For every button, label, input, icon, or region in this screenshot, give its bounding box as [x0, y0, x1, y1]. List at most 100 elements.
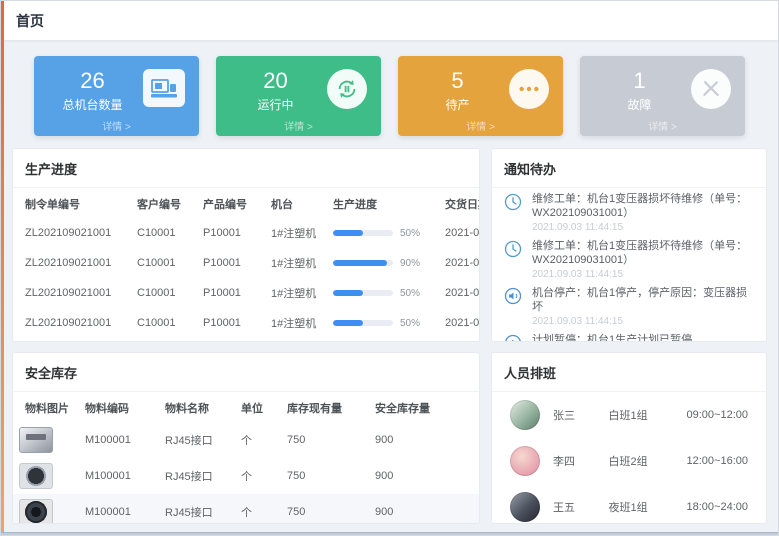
window-left-edge — [1, 1, 4, 535]
delivery-date-cell: 2021-09-10 — [439, 338, 479, 342]
stat-value: 26 — [42, 69, 143, 93]
delivery-date-cell: 2021-09-10 — [439, 308, 479, 338]
notification-body: 计划暂停：机台1生产计划已暂停 2021.09.03 11:44:15 — [532, 333, 692, 342]
stat-card-total-machines[interactable]: 26 总机台数量 详情 > — [34, 56, 199, 136]
unit-cell: 个 — [235, 458, 281, 494]
stat-card-running[interactable]: 20 运行中 详情 > — [216, 56, 381, 136]
col-machine: 机台 — [265, 188, 327, 218]
unit-cell: 个 — [235, 422, 281, 458]
progress-bar-fill — [333, 320, 363, 326]
speaker-icon — [504, 334, 524, 342]
schedule-row: 张三 白班1组 09:00~12:00 — [492, 392, 766, 438]
col-progress: 生产进度 — [327, 188, 439, 218]
schedule-row: 王五 夜班1组 18:00~24:00 — [492, 484, 766, 524]
machine-cell: 1#注塑机 — [265, 248, 327, 278]
material-name-cell: RJ45接口 — [159, 494, 235, 524]
stat-card-fault[interactable]: 1 故障 详情 > — [580, 56, 745, 136]
schedule-row: 李四 白班2组 12:00~16:00 — [492, 438, 766, 484]
stat-card-body: 26 总机台数量 — [42, 69, 143, 113]
customer-no-cell: C10001 — [131, 308, 197, 338]
notification-item[interactable]: 维修工单：机台1变压器损坏待维修（单号：WX202109031001） 2021… — [492, 188, 766, 235]
table-row[interactable]: M100001 RJ45接口 个 750 900 — [13, 458, 479, 494]
delivery-date-cell: 2021-09-10 — [439, 218, 479, 248]
on-hand-cell: 750 — [281, 422, 369, 458]
table-row[interactable]: ZL202109021001 C10001 P10001 1#注塑机 50% 2… — [13, 278, 479, 308]
right-column: 通知待办 维修工单：机台1变压器损坏待维修（单号：WX202109031001）… — [491, 148, 767, 524]
table-row[interactable]: M100001 RJ45接口 个 750 900 — [13, 422, 479, 458]
detail-link[interactable]: 详情 > — [580, 118, 745, 133]
machine-cell: 1#注塑机 — [265, 338, 327, 342]
person-shift: 白班1组 — [609, 407, 687, 423]
table-row[interactable]: ZL202109021001 C10001 P10001 1#注塑机 90% 2… — [13, 248, 479, 278]
person-time: 09:00~12:00 — [687, 409, 748, 421]
detail-link[interactable]: 详情 > — [34, 118, 199, 133]
notification-text: 机台停产：机台1停产，停产原因：变压器损坏 — [532, 286, 754, 314]
material-code-cell: M100001 — [79, 458, 159, 494]
dashboard-body: 生产进度 制令单编号 客户编号 产品编号 机台 生产进度 交货日期 — [1, 148, 778, 524]
customer-no-cell: C10001 — [131, 278, 197, 308]
notification-text: 计划暂停：机台1生产计划已暂停 — [532, 333, 692, 342]
order-no-cell: ZL202109021001 — [13, 338, 131, 342]
stat-value: 20 — [224, 69, 327, 93]
col-product-no: 产品编号 — [197, 188, 265, 218]
stat-card-body: 1 故障 — [588, 69, 691, 113]
table-header-row: 物料图片 物料编码 物料名称 单位 库存现有量 安全库存量 — [13, 392, 479, 422]
material-image-cell — [13, 458, 79, 494]
progress-percent-label: 90% — [400, 258, 420, 269]
order-no-cell: ZL202109021001 — [13, 278, 131, 308]
machine-icon — [143, 69, 185, 107]
avatar — [510, 446, 540, 476]
progress-percent-label: 50% — [400, 288, 420, 299]
speaker-photo — [19, 499, 53, 524]
product-no-cell: P10001 — [197, 248, 265, 278]
round-connector-photo — [19, 463, 53, 489]
col-material-image: 物料图片 — [13, 392, 79, 422]
clock-icon — [504, 240, 524, 260]
stat-label: 故障 — [588, 96, 691, 113]
stat-label: 待产 — [406, 96, 509, 113]
person-time: 12:00~16:00 — [687, 455, 748, 467]
col-on-hand: 库存现有量 — [281, 392, 369, 422]
safety-qty-cell: 900 — [369, 422, 479, 458]
customer-no-cell: C10001 — [131, 338, 197, 342]
notification-item[interactable]: 机台停产：机台1停产，停产原因：变压器损坏 2021.09.03 11:44:1… — [492, 282, 766, 329]
table-row[interactable]: ZL202109021001 C10001 P10001 1#注塑机 50% 2… — [13, 308, 479, 338]
stat-card-standby[interactable]: 5 待产 详情 > — [398, 56, 563, 136]
detail-link[interactable]: 详情 > — [398, 118, 563, 133]
on-hand-cell: 750 — [281, 458, 369, 494]
table-row[interactable]: ZL202109021001 C10001 P10001 1#注塑机 50% 2… — [13, 338, 479, 342]
staff-schedule-panel: 人员排班 张三 白班1组 09:00~12:00 李四 白班2组 12:00~1… — [491, 352, 767, 524]
tools-icon — [691, 69, 731, 109]
progress-bar-fill — [333, 260, 387, 266]
col-unit: 单位 — [235, 392, 281, 422]
window-bottom-edge — [1, 532, 778, 535]
material-code-cell: M100001 — [79, 494, 159, 524]
notification-item[interactable]: 计划暂停：机台1生产计划已暂停 2021.09.03 11:44:15 — [492, 329, 766, 342]
progress-cell: 50% — [327, 308, 439, 338]
speaker-icon — [504, 287, 524, 307]
table-row[interactable]: M100001 RJ45接口 个 750 900 — [13, 494, 479, 524]
col-customer-no: 客户编号 — [131, 188, 197, 218]
unit-cell: 个 — [235, 494, 281, 524]
notification-text: 维修工单：机台1变压器损坏待维修（单号：WX202109031001） — [532, 192, 754, 220]
person-shift: 白班2组 — [609, 453, 687, 469]
panel-title: 安全库存 — [13, 353, 479, 392]
detail-link[interactable]: 详情 > — [216, 118, 381, 133]
progress-bar — [333, 230, 393, 236]
machine-cell: 1#注塑机 — [265, 218, 327, 248]
panel-title: 人员排班 — [492, 353, 766, 392]
progress-bar-fill — [333, 230, 363, 236]
production-table: 制令单编号 客户编号 产品编号 机台 生产进度 交货日期 ZL202109021… — [13, 188, 479, 342]
order-no-cell: ZL202109021001 — [13, 308, 131, 338]
machine-cell: 1#注塑机 — [265, 308, 327, 338]
left-column: 生产进度 制令单编号 客户编号 产品编号 机台 生产进度 交货日期 — [12, 148, 480, 524]
tab-home[interactable]: 首页 — [16, 11, 44, 31]
person-shift: 夜班1组 — [609, 499, 687, 515]
progress-bar — [333, 320, 393, 326]
person-name: 王五 — [553, 499, 609, 515]
notification-item[interactable]: 维修工单：机台1变压器损坏待维修（单号：WX202109031001） 2021… — [492, 235, 766, 282]
material-image-cell — [13, 494, 79, 524]
delivery-date-cell: 2021-09-10 — [439, 278, 479, 308]
table-header-row: 制令单编号 客户编号 产品编号 机台 生产进度 交货日期 — [13, 188, 479, 218]
table-row[interactable]: ZL202109021001 C10001 P10001 1#注塑机 50% 2… — [13, 218, 479, 248]
